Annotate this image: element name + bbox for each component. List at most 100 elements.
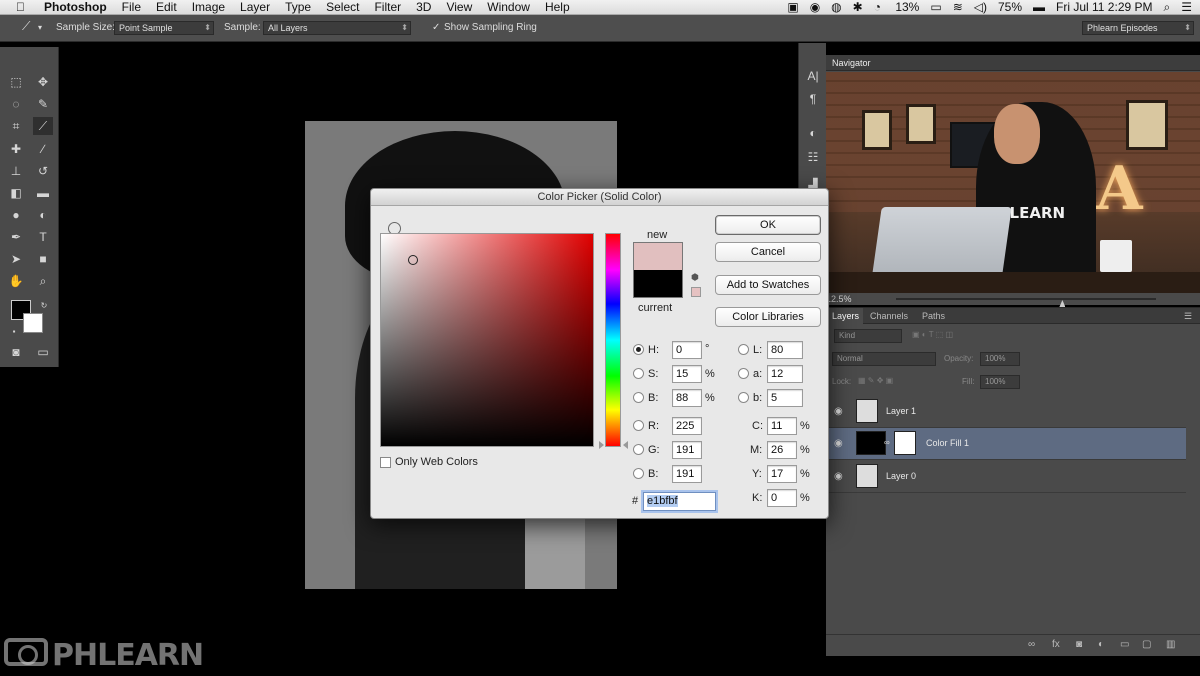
dodge-tool-icon[interactable]: ◐ — [33, 206, 53, 224]
lab-a-field[interactable]: 12 — [767, 365, 803, 383]
yellow-field[interactable]: 17 — [767, 465, 797, 483]
type-tool-icon[interactable]: T — [33, 228, 53, 246]
list-icon[interactable]: ☰ — [1181, 0, 1192, 14]
gradient-tool-icon[interactable]: ▬ — [33, 184, 53, 202]
radio-hue[interactable] — [633, 344, 644, 355]
lightness-field[interactable]: 80 — [767, 341, 803, 359]
visibility-eye-icon[interactable]: ◉ — [834, 438, 843, 449]
cancel-button[interactable]: Cancel — [715, 242, 821, 262]
apple-menu-icon[interactable]:  — [16, 0, 25, 15]
hand-tool-icon[interactable]: ✋ — [6, 272, 26, 290]
rectangle-tool-icon[interactable]: ■ — [33, 250, 53, 268]
blend-mode-select[interactable]: Normal — [832, 352, 936, 366]
adjustments-panel-icon[interactable]: ◐ — [805, 125, 821, 141]
chevron-down-icon[interactable]: ▾ — [38, 23, 42, 32]
workspace-select[interactable]: Phlearn Episodes — [1082, 21, 1194, 35]
hue-slider-arrow-left[interactable] — [599, 441, 604, 449]
radio-blue[interactable] — [633, 468, 644, 479]
mask-thumbnail[interactable] — [894, 431, 916, 455]
color-libraries-button[interactable]: Color Libraries — [715, 307, 821, 327]
saturation-field[interactable]: 15 — [672, 365, 702, 383]
background-color-swatch[interactable] — [23, 313, 43, 333]
red-field[interactable]: 225 — [672, 417, 702, 435]
screen-mode-icon[interactable]: ▭ — [33, 343, 53, 361]
hue-slider[interactable] — [605, 233, 621, 447]
dialog-title[interactable]: Color Picker (Solid Color) — [371, 189, 828, 206]
eyedropper-tool-icon[interactable]: ⟋ — [33, 117, 53, 135]
brush-tool-icon[interactable]: ∕ — [33, 140, 53, 158]
properties-panel-icon[interactable]: ☷ — [805, 149, 821, 165]
eraser-tool-icon[interactable]: ◧ — [6, 184, 26, 202]
menu-filter[interactable]: Filter — [374, 0, 401, 14]
add-to-swatches-button[interactable]: Add to Swatches — [715, 275, 821, 295]
blur-tool-icon[interactable]: ● — [6, 206, 26, 224]
character-panel-icon[interactable]: A| — [805, 68, 821, 84]
healing-tool-icon[interactable]: ✚ — [6, 140, 26, 158]
tab-channels[interactable]: Channels — [870, 308, 908, 324]
link-icon[interactable]: ∞ — [884, 438, 890, 447]
menu-image[interactable]: Image — [192, 0, 225, 14]
menu-select[interactable]: Select — [326, 0, 359, 14]
layer-kind-select[interactable]: Kind — [834, 329, 902, 343]
menu-3d[interactable]: 3D — [416, 0, 431, 14]
history-brush-icon[interactable]: ↺ — [33, 162, 53, 180]
gamut-warning-cube-icon[interactable]: ⬢ — [691, 273, 700, 282]
wifi-icon[interactable]: ≋ — [953, 0, 963, 14]
lasso-tool-icon[interactable]: ◌ — [6, 95, 26, 113]
add-mask-icon[interactable]: ◙ — [1076, 639, 1082, 650]
tab-paths[interactable]: Paths — [922, 308, 945, 324]
fx-icon[interactable]: fx — [1052, 639, 1060, 650]
new-layer-icon[interactable]: ▢ — [1142, 639, 1151, 650]
lab-b-field[interactable]: 5 — [767, 389, 803, 407]
web-safe-swatch[interactable] — [691, 287, 701, 297]
navigator-title[interactable]: Navigator — [826, 55, 1200, 71]
menu-edit[interactable]: Edit — [156, 0, 177, 14]
black-field[interactable]: 0 — [767, 489, 797, 507]
magenta-field[interactable]: 26 — [767, 441, 797, 459]
show-ring-checkbox[interactable]: ✓ — [432, 22, 440, 33]
visibility-eye-icon[interactable]: ◉ — [834, 471, 843, 482]
time-machine-icon[interactable]: ◍ — [831, 0, 841, 14]
default-colors-icon[interactable]: ▪ — [4, 323, 24, 341]
tab-layers[interactable]: Layers — [828, 308, 864, 324]
quick-mask-icon[interactable]: ◙ — [6, 343, 26, 361]
radio-green[interactable] — [633, 444, 644, 455]
trash-icon[interactable]: ▥ — [1166, 639, 1175, 650]
path-select-tool-icon[interactable]: ➤ — [6, 250, 26, 268]
radio-red[interactable] — [633, 420, 644, 431]
radio-lightness[interactable] — [738, 344, 749, 355]
filter-icons[interactable]: ▣ ◐ T ⬚ ◫ — [912, 330, 953, 339]
clock[interactable]: Fri Jul 11 2:29 PM — [1056, 0, 1152, 14]
quick-select-tool-icon[interactable]: ✎ — [33, 95, 53, 113]
marquee-tool-icon[interactable]: ⬚ — [6, 73, 26, 91]
pen-tool-icon[interactable]: ✒ — [6, 228, 26, 246]
panel-menu-icon[interactable]: ☰ — [1184, 308, 1192, 324]
color-field-marker[interactable] — [408, 254, 419, 265]
menu-window[interactable]: Window — [487, 0, 530, 14]
zoom-tool-icon[interactable]: ⌕ — [33, 272, 53, 290]
layer-row-layer-1[interactable]: ◉ Layer 1 — [826, 396, 1186, 428]
ok-button[interactable]: OK — [715, 215, 821, 235]
color-field[interactable] — [380, 233, 594, 447]
blue-field[interactable]: 191 — [672, 465, 702, 483]
cyan-field[interactable]: 11 — [767, 417, 797, 435]
current-color-swatch[interactable] — [633, 270, 683, 298]
menu-photoshop[interactable]: Photoshop — [44, 0, 107, 14]
volume-icon[interactable]: ◁) — [974, 0, 987, 14]
navigator-zoom-slider[interactable] — [896, 298, 1156, 307]
airplay-icon[interactable]: ▭ — [930, 0, 941, 14]
paragraph-panel-icon[interactable]: ¶ — [805, 91, 821, 107]
menu-file[interactable]: File — [122, 0, 141, 14]
lock-icons[interactable]: ▦ ✎ ✥ ▣ — [858, 376, 893, 385]
opacity-field[interactable]: 100% — [980, 352, 1020, 366]
menu-type[interactable]: Type — [285, 0, 311, 14]
layer-row-layer-0[interactable]: ◉ Layer 0 — [826, 461, 1186, 493]
hex-field[interactable]: e1bfbf — [643, 492, 716, 511]
stamp-tool-icon[interactable]: ⊥ — [6, 162, 26, 180]
navigator-zoom-thumb[interactable] — [1059, 300, 1066, 307]
hue-field[interactable]: 0 — [672, 341, 702, 359]
new-group-icon[interactable]: ▭ — [1120, 639, 1129, 650]
crop-tool-icon[interactable]: ⌗ — [6, 117, 26, 135]
navigator-zoom-value[interactable]: 12.5% — [826, 293, 852, 305]
swap-colors-icon[interactable]: ↻ — [34, 297, 54, 315]
